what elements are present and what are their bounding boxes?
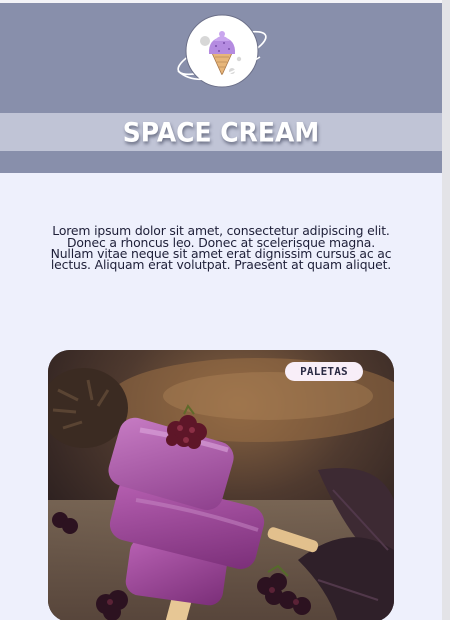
popsicles-photo <box>48 350 394 620</box>
scrollbar[interactable] <box>442 0 450 620</box>
title-band: SPACE CREAM <box>0 113 442 151</box>
ice-cream-planet-icon <box>177 14 267 88</box>
brand-title: SPACE CREAM <box>122 116 320 148</box>
product-card[interactable]: PALETAS <box>48 350 394 620</box>
category-badge[interactable]: PALETAS <box>285 362 363 381</box>
logo[interactable] <box>172 13 272 93</box>
site-header: SPACE CREAM <box>0 3 442 173</box>
page: SPACE CREAM Lorem ipsum dolor sit amet, … <box>0 0 450 620</box>
category-badge-label: PALETAS <box>300 365 348 378</box>
intro-paragraph: Lorem ipsum dolor sit amet, consectetur … <box>50 223 392 272</box>
